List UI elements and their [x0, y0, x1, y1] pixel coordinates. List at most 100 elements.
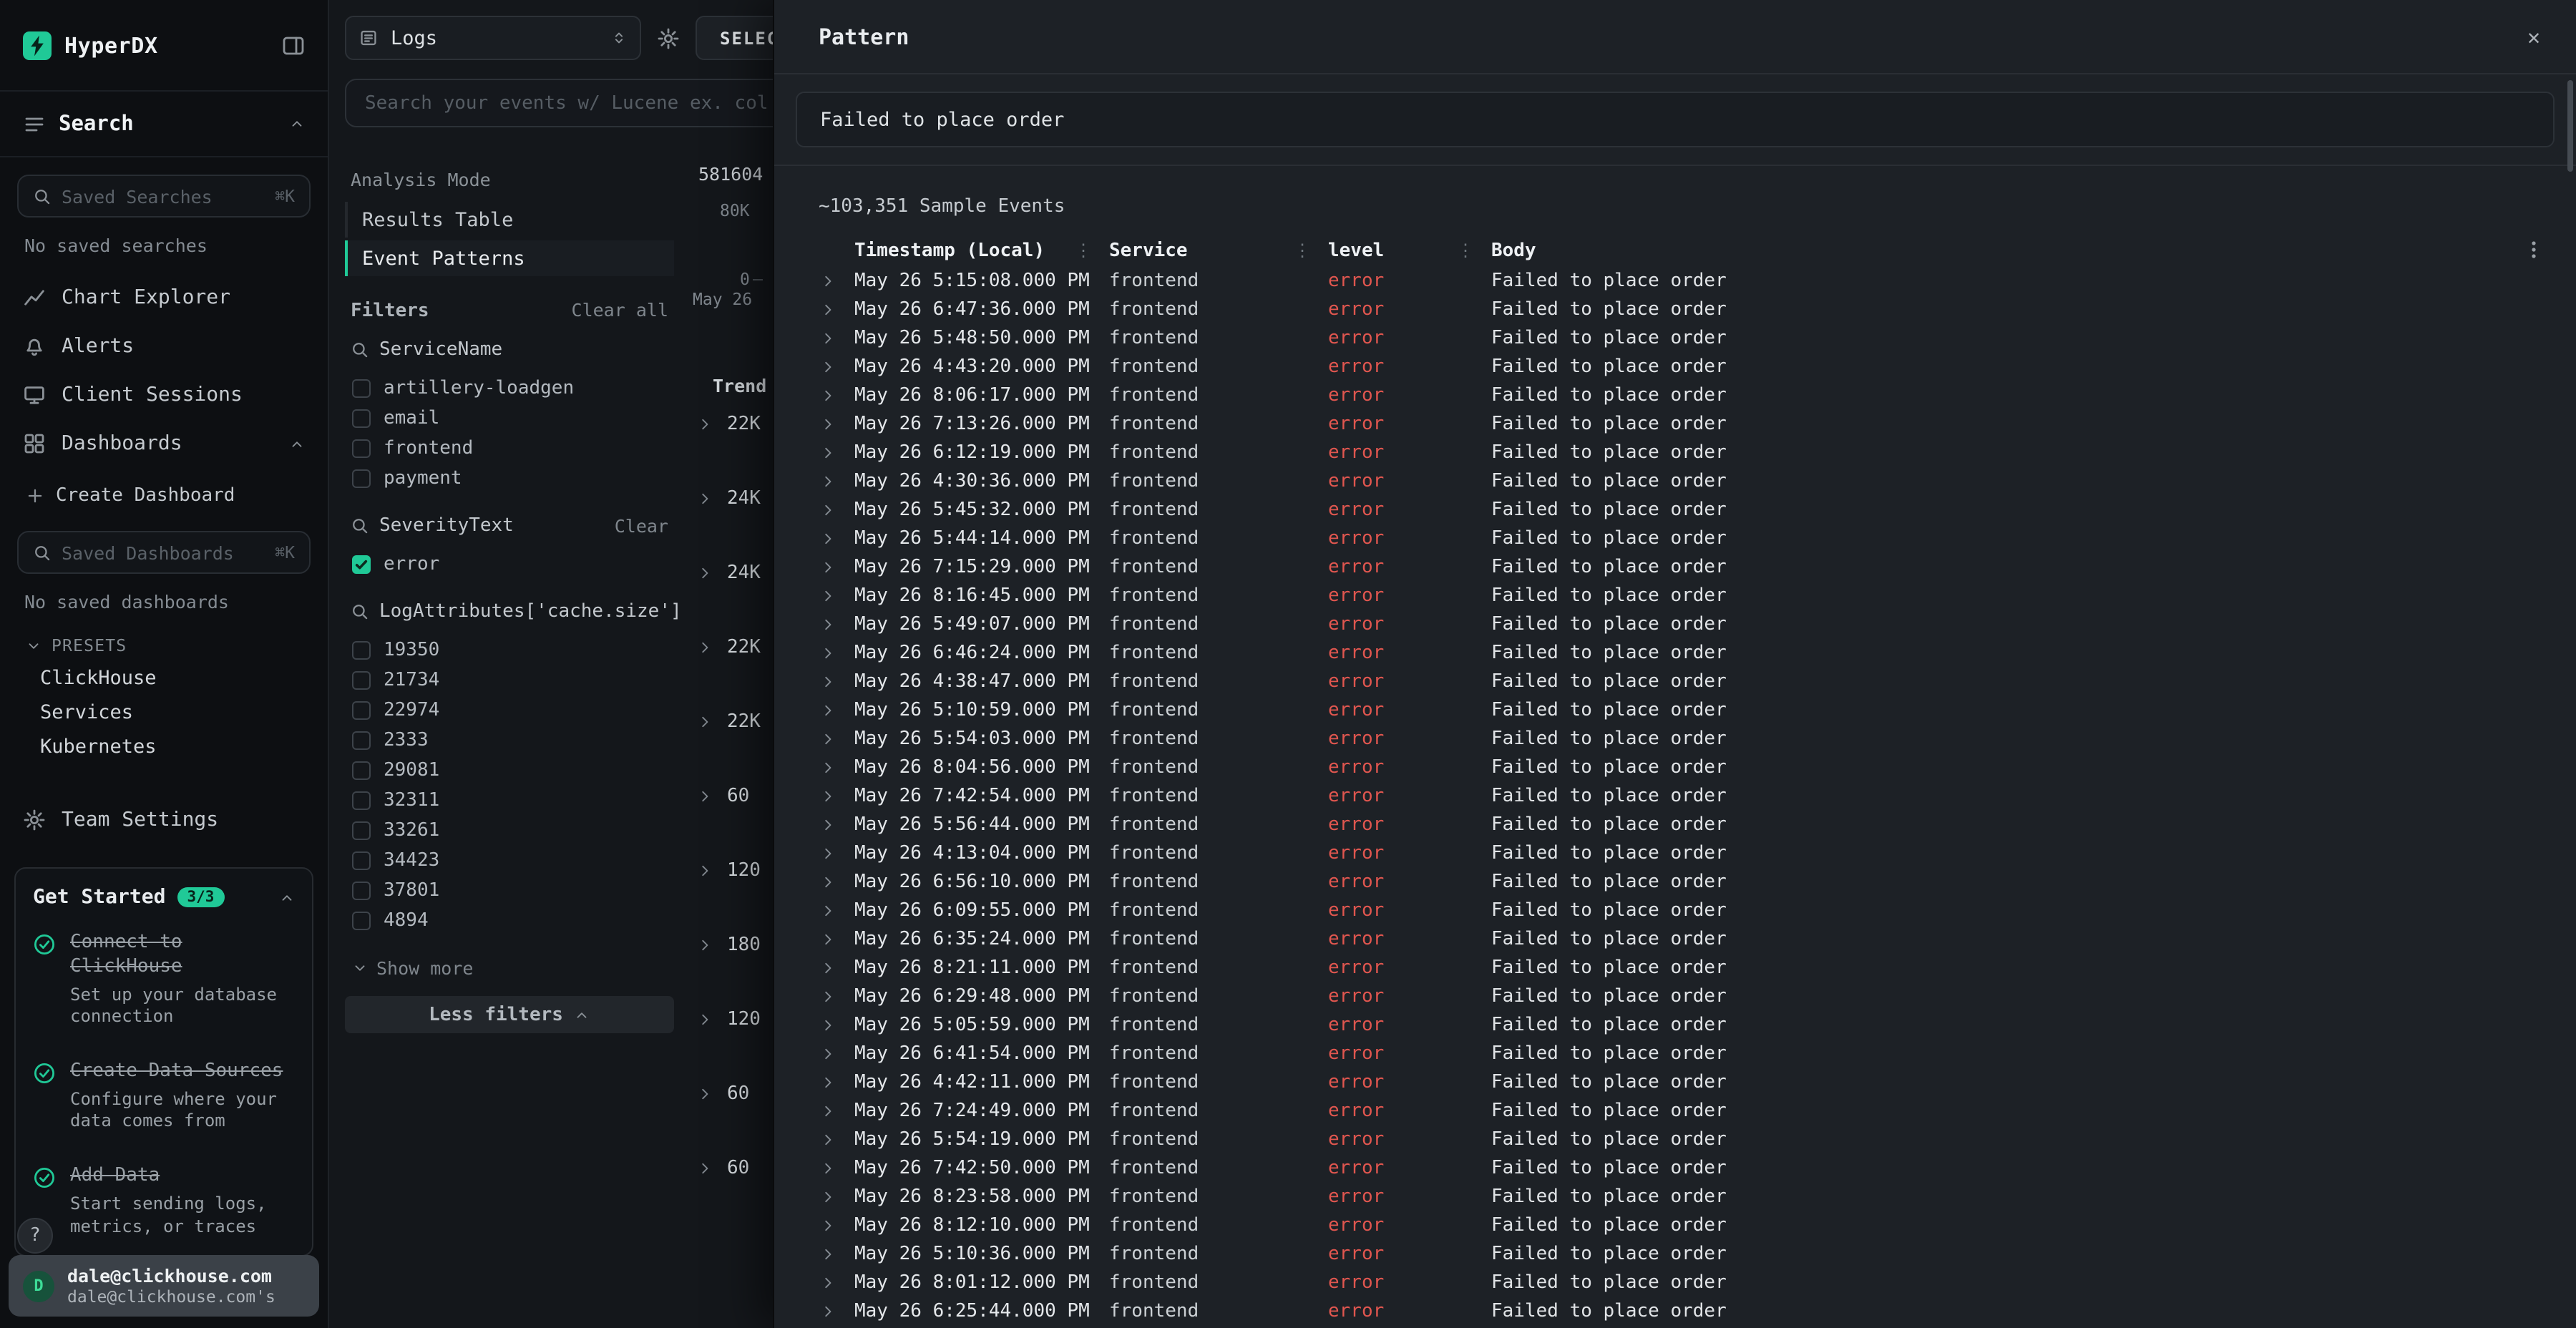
filter-option-frontend[interactable]: frontend	[345, 434, 674, 464]
sidebar-item-team-settings[interactable]: Team Settings	[0, 796, 328, 844]
column-separator[interactable]: ⋮	[1075, 240, 1092, 260]
checkbox[interactable]	[352, 671, 371, 690]
event-row[interactable]: May 26 8:23:58.000 PMfrontenderrorFailed…	[820, 1182, 2539, 1211]
event-row[interactable]: May 26 6:46:24.000 PMfrontenderrorFailed…	[820, 638, 2539, 667]
user-menu[interactable]: D dale@clickhouse.com dale@clickhouse.co…	[9, 1255, 319, 1317]
event-row[interactable]: May 26 5:45:32.000 PMfrontenderrorFailed…	[820, 495, 2539, 524]
event-row[interactable]: May 26 5:15:08.000 PMfrontenderrorFailed…	[820, 266, 2539, 295]
event-row[interactable]: May 26 5:48:50.000 PMfrontenderrorFailed…	[820, 323, 2539, 352]
create-dashboard-button[interactable]: Create Dashboard	[0, 477, 328, 514]
row-expand-icon[interactable]	[820, 1074, 836, 1090]
event-row[interactable]: May 26 6:09:55.000 PMfrontenderrorFailed…	[820, 896, 2539, 924]
event-row[interactable]: May 26 5:54:19.000 PMfrontenderrorFailed…	[820, 1125, 2539, 1153]
column-header-level[interactable]: level⋮	[1328, 240, 1491, 261]
row-expand-icon[interactable]	[820, 1160, 836, 1176]
event-row[interactable]: May 26 8:01:12.000 PMfrontenderrorFailed…	[820, 1268, 2539, 1297]
checkbox[interactable]	[352, 912, 371, 930]
checkbox[interactable]	[352, 731, 371, 750]
event-row[interactable]: May 26 6:29:48.000 PMfrontenderrorFailed…	[820, 982, 2539, 1010]
event-row[interactable]: May 26 5:10:36.000 PMfrontenderrorFailed…	[820, 1239, 2539, 1268]
event-row[interactable]: May 26 4:38:47.000 PMfrontenderrorFailed…	[820, 667, 2539, 695]
close-icon[interactable]: ✕	[2527, 24, 2540, 49]
filter-option-21734[interactable]: 21734	[345, 665, 674, 695]
column-separator[interactable]: ⋮	[1457, 240, 1474, 260]
row-expand-icon[interactable]	[820, 1217, 836, 1233]
table-menu-icon[interactable]	[2523, 239, 2545, 260]
filter-option-33261[interactable]: 33261	[345, 816, 674, 846]
row-expand-icon[interactable]	[820, 616, 836, 632]
filter-option-2333[interactable]: 2333	[345, 726, 674, 756]
checkbox[interactable]	[352, 439, 371, 458]
row-expand-icon[interactable]	[820, 902, 836, 918]
checkbox[interactable]	[352, 469, 371, 488]
preset-item-services[interactable]: Services	[0, 695, 328, 730]
column-header-service[interactable]: Service⋮	[1109, 240, 1328, 261]
collapse-sidebar-icon[interactable]	[282, 34, 305, 57]
row-expand-icon[interactable]	[820, 1303, 836, 1319]
scrollbar-thumb[interactable]	[2567, 80, 2573, 172]
event-row[interactable]: May 26 6:47:36.000 PMfrontenderrorFailed…	[820, 295, 2539, 323]
show-more-toggle[interactable]: Show more	[352, 957, 674, 979]
event-row[interactable]: May 26 8:06:17.000 PMfrontenderrorFailed…	[820, 381, 2539, 409]
row-expand-icon[interactable]	[820, 301, 836, 317]
event-row[interactable]: May 26 7:13:26.000 PMfrontenderrorFailed…	[820, 409, 2539, 438]
filter-option-error[interactable]: error	[345, 550, 674, 580]
event-row[interactable]: May 26 6:41:54.000 PMfrontenderrorFailed…	[820, 1039, 2539, 1068]
row-expand-icon[interactable]	[820, 960, 836, 975]
preset-item-kubernetes[interactable]: Kubernetes	[0, 730, 328, 764]
get-started-header[interactable]: Get Started 3/3	[33, 886, 295, 909]
event-row[interactable]: May 26 8:04:56.000 PMfrontenderrorFailed…	[820, 753, 2539, 781]
filter-option-4894[interactable]: 4894	[345, 906, 674, 936]
analysis-mode-option-event-patterns[interactable]: Event Patterns	[345, 240, 674, 276]
event-row[interactable]: May 26 7:15:29.000 PMfrontenderrorFailed…	[820, 552, 2539, 581]
help-button[interactable]: ?	[17, 1218, 53, 1254]
row-expand-icon[interactable]	[820, 559, 836, 575]
less-filters-button[interactable]: Less filters	[345, 996, 674, 1033]
filter-option-artillery-loadgen[interactable]: artillery-loadgen	[345, 374, 674, 404]
row-expand-icon[interactable]	[820, 1103, 836, 1118]
checkbox[interactable]	[352, 761, 371, 780]
row-expand-icon[interactable]	[820, 788, 836, 804]
row-expand-icon[interactable]	[820, 816, 836, 832]
row-expand-icon[interactable]	[820, 673, 836, 689]
checkbox[interactable]	[352, 641, 371, 660]
row-expand-icon[interactable]	[820, 273, 836, 288]
column-header-timestamp-local[interactable]: Timestamp (Local)⋮	[854, 240, 1109, 261]
event-row[interactable]: May 26 8:21:11.000 PMfrontenderrorFailed…	[820, 953, 2539, 982]
checkbox[interactable]	[352, 555, 371, 574]
clear-filter-link[interactable]: Clear	[615, 515, 668, 537]
event-row[interactable]: May 26 7:24:49.000 PMfrontenderrorFailed…	[820, 1096, 2539, 1125]
chevron-up-icon[interactable]	[279, 889, 295, 905]
clear-all-filters-link[interactable]: Clear all	[572, 299, 668, 321]
row-expand-icon[interactable]	[820, 416, 836, 431]
sidebar-item-alerts[interactable]: Alerts	[0, 322, 328, 371]
row-expand-icon[interactable]	[820, 1274, 836, 1290]
checkbox[interactable]	[352, 882, 371, 900]
row-expand-icon[interactable]	[820, 1188, 836, 1204]
saved-searches-input[interactable]: Saved Searches ⌘K	[17, 175, 311, 218]
event-row[interactable]: May 26 5:10:59.000 PMfrontenderrorFailed…	[820, 695, 2539, 724]
chevron-up-icon[interactable]	[289, 116, 305, 132]
checkbox[interactable]	[352, 821, 371, 840]
sidebar-section-search[interactable]: Search	[0, 92, 328, 157]
event-row[interactable]: May 26 5:56:44.000 PMfrontenderrorFailed…	[820, 810, 2539, 839]
row-expand-icon[interactable]	[820, 387, 836, 403]
saved-dashboards-input[interactable]: Saved Dashboards ⌘K	[17, 531, 311, 574]
checkbox[interactable]	[352, 379, 371, 398]
checkbox[interactable]	[352, 409, 371, 428]
row-expand-icon[interactable]	[820, 702, 836, 718]
event-row[interactable]: May 26 4:13:04.000 PMfrontenderrorFailed…	[820, 839, 2539, 867]
checkbox[interactable]	[352, 851, 371, 870]
filter-option-29081[interactable]: 29081	[345, 756, 674, 786]
row-expand-icon[interactable]	[820, 444, 836, 460]
row-expand-icon[interactable]	[820, 1017, 836, 1032]
row-expand-icon[interactable]	[820, 1045, 836, 1061]
sidebar-item-chart-explorer[interactable]: Chart Explorer	[0, 273, 328, 322]
filter-option-32311[interactable]: 32311	[345, 786, 674, 816]
event-row[interactable]: May 26 5:49:07.000 PMfrontenderrorFailed…	[820, 610, 2539, 638]
row-expand-icon[interactable]	[820, 645, 836, 660]
event-row[interactable]: May 26 4:42:11.000 PMfrontenderrorFailed…	[820, 1068, 2539, 1096]
row-expand-icon[interactable]	[820, 502, 836, 517]
checkbox[interactable]	[352, 701, 371, 720]
column-separator[interactable]: ⋮	[1294, 240, 1311, 260]
